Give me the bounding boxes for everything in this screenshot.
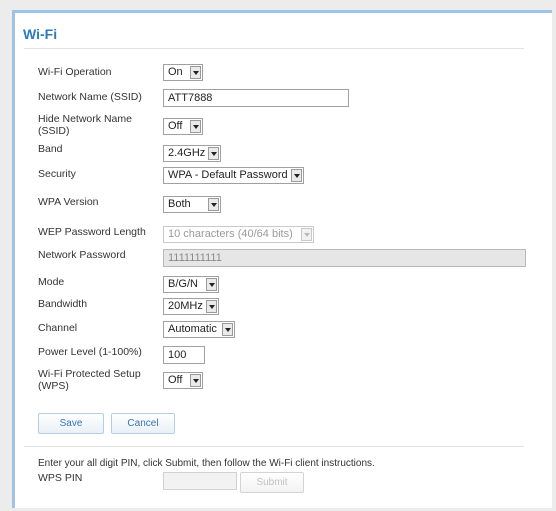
title-divider bbox=[24, 48, 524, 49]
section-divider bbox=[24, 446, 524, 447]
security-select[interactable]: WPA - Default Password bbox=[163, 167, 304, 184]
hide-network-name-select[interactable]: Off bbox=[163, 118, 203, 135]
wep-password-length-select[interactable]: 10 characters (40/64 bits) bbox=[163, 226, 314, 243]
wifi-operation-value: On bbox=[168, 66, 183, 78]
power-level-input[interactable]: 100 bbox=[163, 346, 205, 364]
chevron-down-icon bbox=[190, 374, 201, 387]
wps-label: Wi-Fi Protected Setup (WPS) bbox=[38, 368, 141, 392]
security-label: Security bbox=[38, 168, 76, 180]
wifi-operation-select[interactable]: On bbox=[163, 64, 203, 81]
mode-value: B/G/N bbox=[168, 278, 198, 290]
security-value: WPA - Default Password bbox=[168, 169, 288, 181]
chevron-down-icon bbox=[190, 120, 201, 133]
network-password-label: Network Password bbox=[38, 249, 126, 261]
wifi-operation-label: Wi-Fi Operation bbox=[38, 66, 112, 78]
cancel-button[interactable]: Cancel bbox=[111, 413, 175, 434]
wps-select[interactable]: Off bbox=[163, 372, 203, 389]
mode-select[interactable]: B/G/N bbox=[163, 276, 219, 293]
wps-instruction-text: Enter your all digit PIN, click Submit, … bbox=[38, 458, 375, 469]
page-title: Wi-Fi bbox=[23, 26, 58, 42]
wep-password-length-label: WEP Password Length bbox=[38, 226, 146, 238]
bandwidth-select[interactable]: 20MHz bbox=[163, 298, 219, 315]
channel-value: Automatic bbox=[168, 323, 217, 335]
submit-button[interactable]: Submit bbox=[240, 472, 304, 493]
channel-label: Channel bbox=[38, 322, 78, 334]
channel-select[interactable]: Automatic bbox=[163, 321, 235, 338]
save-button[interactable]: Save bbox=[38, 413, 104, 434]
network-name-label: Network Name (SSID) bbox=[38, 91, 142, 103]
chevron-down-icon bbox=[190, 66, 201, 79]
wpa-version-label: WPA Version bbox=[38, 196, 99, 208]
wep-password-length-value: 10 characters (40/64 bits) bbox=[168, 228, 293, 240]
wpa-version-value: Both bbox=[168, 198, 191, 210]
chevron-down-icon bbox=[206, 300, 217, 313]
chevron-down-icon bbox=[208, 147, 219, 160]
chevron-down-icon bbox=[222, 323, 233, 336]
bandwidth-value: 20MHz bbox=[168, 300, 203, 312]
mode-label: Mode bbox=[38, 276, 65, 288]
network-password-input[interactable]: 1111111111 bbox=[163, 249, 526, 267]
chevron-down-icon bbox=[206, 278, 217, 291]
hide-network-name-value: Off bbox=[168, 120, 183, 132]
power-level-label: Power Level (1-100%) bbox=[38, 346, 142, 358]
bandwidth-label: Bandwidth bbox=[38, 298, 88, 310]
chevron-down-icon bbox=[291, 169, 302, 182]
band-value: 2.4GHz bbox=[168, 147, 206, 159]
chevron-down-icon bbox=[301, 228, 312, 241]
wpa-version-select[interactable]: Both bbox=[163, 196, 221, 213]
band-label: Band bbox=[38, 143, 63, 155]
network-name-input[interactable]: ATT7888 bbox=[163, 89, 349, 107]
band-select[interactable]: 2.4GHz bbox=[163, 145, 221, 162]
wps-pin-label: WPS PIN bbox=[38, 472, 83, 484]
wps-pin-input[interactable] bbox=[163, 472, 237, 490]
wps-value: Off bbox=[168, 374, 183, 386]
chevron-down-icon bbox=[208, 198, 219, 211]
hide-network-name-label: Hide Network Name (SSID) bbox=[38, 113, 132, 137]
